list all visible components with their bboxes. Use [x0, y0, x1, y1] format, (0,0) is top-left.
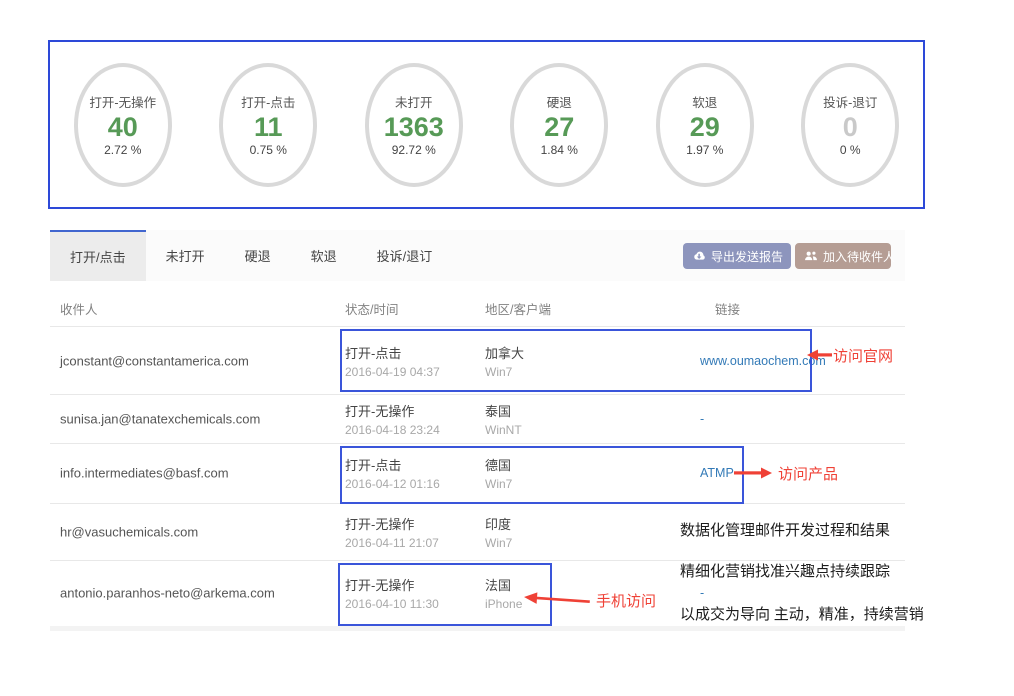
column-header-status-time: 状态/时间 — [345, 299, 398, 318]
stat-value: 11 — [254, 111, 283, 143]
table-row: info.intermediates@basf.com 打开-点击 2016-0… — [50, 443, 905, 503]
stat-value: 27 — [544, 111, 574, 143]
timestamp: 2016-04-11 21:07 — [345, 536, 439, 550]
column-header-region-client: 地区/客户端 — [485, 299, 551, 318]
status-text: 打开-无操作 — [345, 514, 439, 533]
link-placeholder: - — [700, 412, 704, 426]
add-recipients-label: 加入待收件人 — [823, 248, 895, 265]
stat-percent: 0.75 % — [250, 143, 287, 157]
region-text: 加拿大 — [485, 343, 524, 362]
right-arrow-icon — [734, 467, 772, 479]
stat-value: 1363 — [384, 111, 444, 143]
timestamp: 2016-04-19 04:37 — [345, 365, 440, 379]
timestamp: 2016-04-12 01:16 — [345, 477, 440, 491]
tab-not-opened[interactable]: 未打开 — [146, 230, 225, 281]
region-client-cell: 法国 iPhone — [485, 560, 522, 626]
client-text: WinNT — [485, 423, 522, 437]
tab-label: 硬退 — [245, 246, 271, 265]
annotation-visit-site: 访问官网 — [833, 345, 893, 366]
status-text: 打开-点击 — [345, 455, 440, 474]
stat-circle-complaint-unsubscribe: 投诉-退订 0 0 % — [801, 63, 899, 187]
stat-label: 软退 — [692, 92, 717, 111]
client-text: Win7 — [485, 365, 524, 379]
client-text: Win7 — [485, 477, 512, 491]
table-bottom-band — [50, 626, 905, 631]
region-text: 泰国 — [485, 401, 522, 420]
tab-label: 未打开 — [166, 246, 205, 265]
cloud-download-icon — [692, 250, 706, 262]
region-text: 德国 — [485, 455, 512, 474]
recipient-email: info.intermediates@basf.com — [60, 466, 229, 481]
timestamp: 2016-04-10 11:30 — [345, 597, 439, 611]
status-time-cell: 打开-点击 2016-04-19 04:37 — [345, 327, 440, 394]
stat-circle-soft-bounce: 软退 29 1.97 % — [656, 63, 754, 187]
stat-label: 投诉-退订 — [823, 92, 877, 111]
annotation-note-2: 精细化营销找准兴趣点持续跟踪 — [680, 560, 890, 581]
region-client-cell: 泰国 WinNT — [485, 394, 522, 443]
stat-percent: 1.97 % — [686, 143, 723, 157]
region-text: 法国 — [485, 575, 522, 594]
recipient-email: jconstant@constantamerica.com — [60, 353, 249, 368]
region-client-cell: 印度 Win7 — [485, 503, 512, 560]
recipient-email: antonio.paranhos-neto@arkema.com — [60, 586, 275, 601]
stat-percent: 2.72 % — [104, 143, 141, 157]
tab-complaint-unsubscribe[interactable]: 投诉/退订 — [357, 230, 453, 281]
annotation-mobile-visit: 手机访问 — [596, 590, 656, 611]
tab-label: 软退 — [311, 246, 337, 265]
recipient-email: hr@vasuchemicals.com — [60, 524, 198, 539]
stat-circle-open-no-action: 打开-无操作 40 2.72 % — [74, 63, 172, 187]
stat-label: 未打开 — [395, 92, 433, 111]
stat-percent: 92.72 % — [392, 143, 436, 157]
tab-soft-bounce[interactable]: 软退 — [291, 230, 357, 281]
status-time-cell: 打开-无操作 2016-04-11 21:07 — [345, 503, 439, 560]
stat-value: 40 — [108, 111, 138, 143]
stat-circle-hard-bounce: 硬退 27 1.84 % — [510, 63, 608, 187]
stat-label: 硬退 — [547, 92, 572, 111]
status-text: 打开-点击 — [345, 343, 440, 362]
stat-value: 0 — [843, 111, 858, 143]
client-text: Win7 — [485, 536, 512, 550]
status-time-cell: 打开-无操作 2016-04-10 11:30 — [345, 560, 439, 626]
stat-value: 29 — [690, 111, 720, 143]
status-time-cell: 打开-点击 2016-04-12 01:16 — [345, 443, 440, 503]
clicked-link-product[interactable]: ATMP — [700, 466, 734, 480]
tab-label: 打开/点击 — [70, 247, 126, 266]
stat-circle-open-clicked: 打开-点击 11 0.75 % — [219, 63, 317, 187]
table-row: jconstant@constantamerica.com 打开-点击 2016… — [50, 327, 905, 394]
status-text: 打开-无操作 — [345, 401, 440, 420]
tab-label: 投诉/退订 — [377, 246, 433, 265]
stat-percent: 0 % — [840, 143, 861, 157]
link-placeholder: - — [700, 586, 704, 600]
column-header-recipient: 收件人 — [60, 299, 98, 318]
stat-circle-not-opened: 未打开 1363 92.72 % — [365, 63, 463, 187]
stat-label: 打开-点击 — [241, 92, 295, 111]
left-arrow-icon — [807, 349, 832, 361]
timestamp: 2016-04-18 23:24 — [345, 423, 440, 437]
annotation-note-1: 数据化管理邮件开发过程和结果 — [680, 519, 890, 540]
region-client-cell: 加拿大 Win7 — [485, 327, 524, 394]
status-text: 打开-无操作 — [345, 575, 439, 594]
annotation-note-3: 以成交为导向 主动，精准，持续营销 — [680, 603, 924, 624]
region-text: 印度 — [485, 514, 512, 533]
table-row: sunisa.jan@tanatexchemicals.com 打开-无操作 2… — [50, 394, 905, 443]
status-time-cell: 打开-无操作 2016-04-18 23:24 — [345, 394, 440, 443]
users-icon — [804, 250, 818, 262]
recipient-email: sunisa.jan@tanatexchemicals.com — [60, 411, 260, 426]
stat-label: 打开-无操作 — [89, 92, 156, 111]
export-report-button[interactable]: 导出发送报告 — [683, 243, 791, 269]
stats-panel: 打开-无操作 40 2.72 % 打开-点击 11 0.75 % 未打开 136… — [48, 40, 925, 209]
add-recipients-button[interactable]: 加入待收件人 — [795, 243, 891, 269]
client-text: iPhone — [485, 597, 522, 611]
annotation-visit-product: 访问产品 — [778, 463, 838, 484]
column-header-link: 链接 — [715, 299, 740, 318]
tab-hard-bounce[interactable]: 硬退 — [225, 230, 291, 281]
stat-percent: 1.84 % — [541, 143, 578, 157]
export-report-label: 导出发送报告 — [711, 248, 783, 265]
tab-open-clicked[interactable]: 打开/点击 — [50, 230, 146, 281]
region-client-cell: 德国 Win7 — [485, 443, 512, 503]
